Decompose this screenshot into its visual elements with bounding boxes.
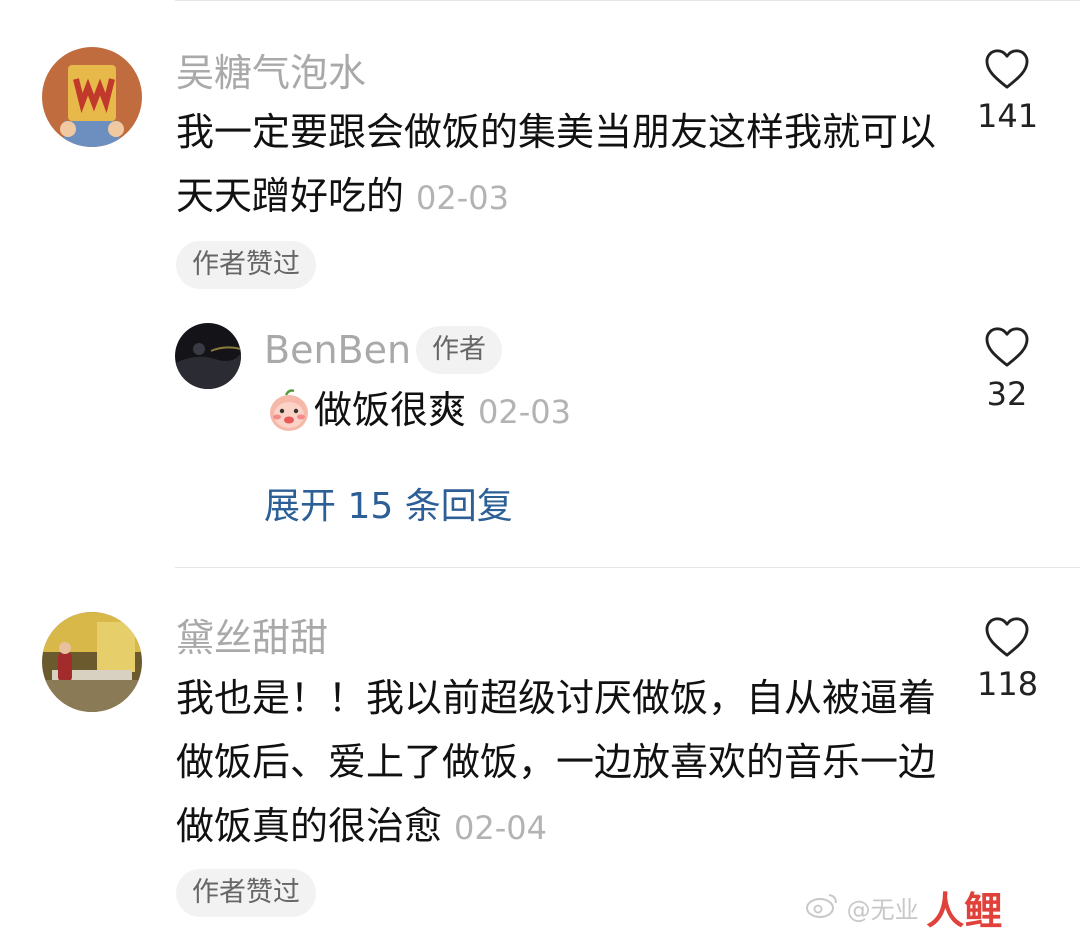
reply-text: 做饭很爽 [314,388,467,432]
avatar-image [175,323,241,389]
comment-username[interactable]: 吴糖气泡水 [176,54,366,92]
like-button[interactable]: 118 [977,616,1039,703]
comment-divider [175,567,1080,568]
watermark-brand: 人鲤 [926,889,1003,933]
avatar[interactable] [42,612,142,712]
author-tag: 作者 [416,326,502,374]
comment-text-block: 我也是！！我以前超级讨厌做饭，自从被逼着做饭后、爱上了做饭，一边放喜欢的音乐一边… [176,666,936,860]
like-count: 32 [986,375,1028,413]
top-divider [175,0,1080,1]
comment-text: 我一定要跟会做饭的集美当朋友这样我就可以天天蹭好吃的 [176,110,937,218]
heart-icon [985,49,1029,89]
author-liked-badge: 作者赞过 [176,241,316,289]
like-button[interactable]: 141 [977,48,1039,135]
avatar[interactable] [42,47,142,147]
reply-username[interactable]: BenBen [264,331,411,369]
heart-icon [985,617,1029,657]
expand-replies-link[interactable]: 展开 15 条回复 [264,477,513,529]
reply-like-button[interactable]: 32 [977,326,1037,410]
comment-text: 我也是！！我以前超级讨厌做饭，自从被逼着做饭后、爱上了做饭，一边放喜欢的音乐一边… [176,676,937,848]
weibo-logo-icon [805,891,839,925]
watermark-text: @无业 [846,896,919,924]
watermark: @无业 人鲤 [805,880,1002,935]
reply-avatar[interactable] [175,323,241,389]
comment-date: 02-03 [416,179,509,217]
heart-icon [985,327,1029,367]
comment-text-block: 我一定要跟会做饭的集美当朋友这样我就可以天天蹭好吃的 02-03 [176,100,936,230]
reply-text-block: 做饭很爽 02-03 [314,378,571,444]
like-count: 118 [977,665,1039,703]
avatar-image [42,47,142,147]
comment-username[interactable]: 黛丝甜甜 [176,619,328,657]
comment-date: 02-04 [454,809,547,847]
peach-emoji-icon [266,387,312,433]
like-count: 141 [977,97,1039,135]
avatar-image [42,612,142,712]
reply-date: 02-03 [478,393,571,431]
author-liked-badge: 作者赞过 [176,869,316,917]
